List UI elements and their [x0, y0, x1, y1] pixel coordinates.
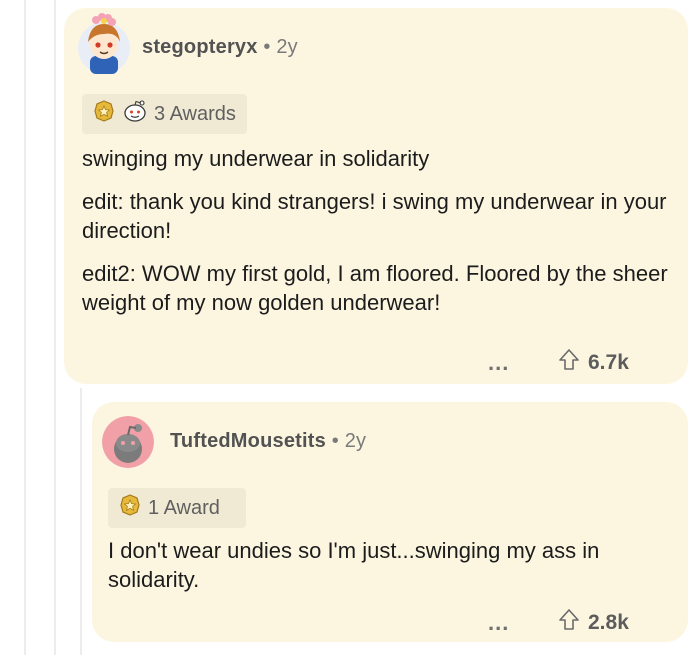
comment-age[interactable]: 2y — [276, 36, 298, 58]
comment-body: swinging my underwear in solidarity edit… — [82, 144, 682, 331]
thread-line[interactable] — [24, 0, 26, 655]
awards-badge[interactable]: 3 Awards — [82, 94, 247, 134]
vote-score: 6.7k — [588, 351, 629, 374]
separator-dot: • — [263, 36, 271, 58]
vote-control: 2.8k — [558, 608, 629, 638]
separator-dot: • — [331, 430, 339, 452]
comment-author[interactable]: stegopteryx • 2y — [142, 36, 298, 59]
comment-card: stegopteryx • 2y 3 Awards swinging my un… — [64, 8, 688, 384]
username[interactable]: stegopteryx — [142, 36, 258, 58]
awards-label: 1 Award — [148, 496, 220, 519]
gold-award-icon — [92, 99, 116, 129]
upvote-icon[interactable] — [558, 348, 580, 378]
vote-control: 6.7k — [558, 348, 629, 378]
comment-paragraph: I don't wear undies so I'm just...swingi… — [108, 538, 600, 592]
reply-card: TuftedMousetits • 2y 1 Award I don't wea… — [92, 402, 688, 642]
user-avatar[interactable] — [76, 12, 132, 76]
comment-actions: ... 2.8k — [488, 608, 629, 638]
more-options-button[interactable]: ... — [488, 610, 558, 636]
comment-age[interactable]: 2y — [345, 430, 367, 452]
more-options-button[interactable]: ... — [488, 350, 558, 376]
user-avatar[interactable] — [102, 416, 154, 468]
upvote-icon[interactable] — [558, 608, 580, 638]
comment-thread: stegopteryx • 2y 3 Awards swinging my un… — [0, 0, 700, 655]
thread-line[interactable] — [80, 388, 82, 655]
awards-label: 3 Awards — [154, 102, 236, 125]
vote-score: 2.8k — [588, 611, 629, 634]
awards-badge[interactable]: 1 Award — [108, 488, 246, 528]
gold-award-icon — [118, 493, 142, 523]
thread-line[interactable] — [54, 0, 56, 655]
comment-paragraph: edit: thank you kind strangers! i swing … — [82, 189, 667, 243]
wholesome-award-icon — [122, 99, 148, 129]
username[interactable]: TuftedMousetits — [170, 430, 326, 452]
comment-body: I don't wear undies so I'm just...swingi… — [108, 536, 678, 608]
comment-actions: ... 6.7k — [488, 348, 629, 378]
comment-paragraph: swinging my underwear in solidarity — [82, 146, 430, 171]
comment-author[interactable]: TuftedMousetits • 2y — [170, 430, 366, 453]
comment-paragraph: edit2: WOW my first gold, I am floored. … — [82, 261, 668, 315]
